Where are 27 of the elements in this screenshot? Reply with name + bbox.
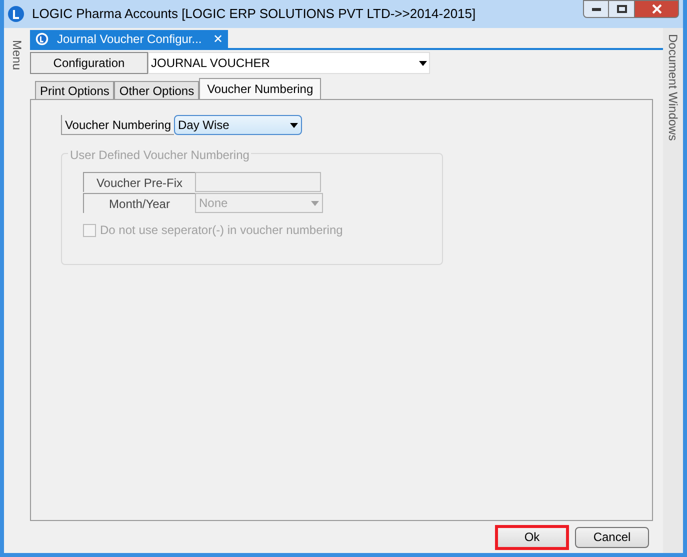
maximize-icon xyxy=(616,5,626,13)
window-title: LOGIC Pharma Accounts [LOGIC ERP SOLUTIONS PVT LTD->>2014-2015] xyxy=(32,5,476,24)
tab[interactable]: Print Options xyxy=(35,81,114,99)
app-logo-icon xyxy=(35,32,49,46)
dropdown-arrow-icon xyxy=(419,60,427,66)
minimize-icon xyxy=(592,8,600,10)
maximize-button[interactable] xyxy=(609,0,635,18)
menu-panel-tab[interactable]: Menu xyxy=(8,40,26,70)
configuration-label: Configuration xyxy=(30,52,148,74)
close-button[interactable] xyxy=(635,0,679,18)
tab[interactable]: Voucher Numbering xyxy=(199,78,322,99)
voucher-numbering-label: Voucher Numbering xyxy=(61,115,174,135)
separator-checkbox-label: Do not use seperator(-) in voucher numbering xyxy=(100,222,343,239)
configuration-dropdown[interactable]: JOURNAL VOUCHER xyxy=(148,52,430,74)
minimize-button[interactable] xyxy=(583,0,609,18)
dialog-button[interactable]: Cancel xyxy=(575,526,649,548)
document-tab-title: Journal Voucher Configur... xyxy=(57,31,202,48)
tab[interactable]: Other Options xyxy=(114,81,200,99)
document-windows-panel-tab[interactable]: Document Windows xyxy=(664,34,682,141)
document-tab[interactable]: Journal Voucher Configur... ✕ xyxy=(30,30,228,48)
app-logo-icon xyxy=(8,6,24,22)
highlighted-button[interactable]: Ok xyxy=(495,524,569,550)
tab-close-button[interactable]: ✕ xyxy=(213,30,223,48)
voucher-numbering-dropdown[interactable]: Day Wise xyxy=(174,115,302,135)
close-icon xyxy=(652,4,662,14)
dropdown-arrow-icon xyxy=(311,200,319,206)
dropdown-arrow-icon xyxy=(290,122,298,128)
